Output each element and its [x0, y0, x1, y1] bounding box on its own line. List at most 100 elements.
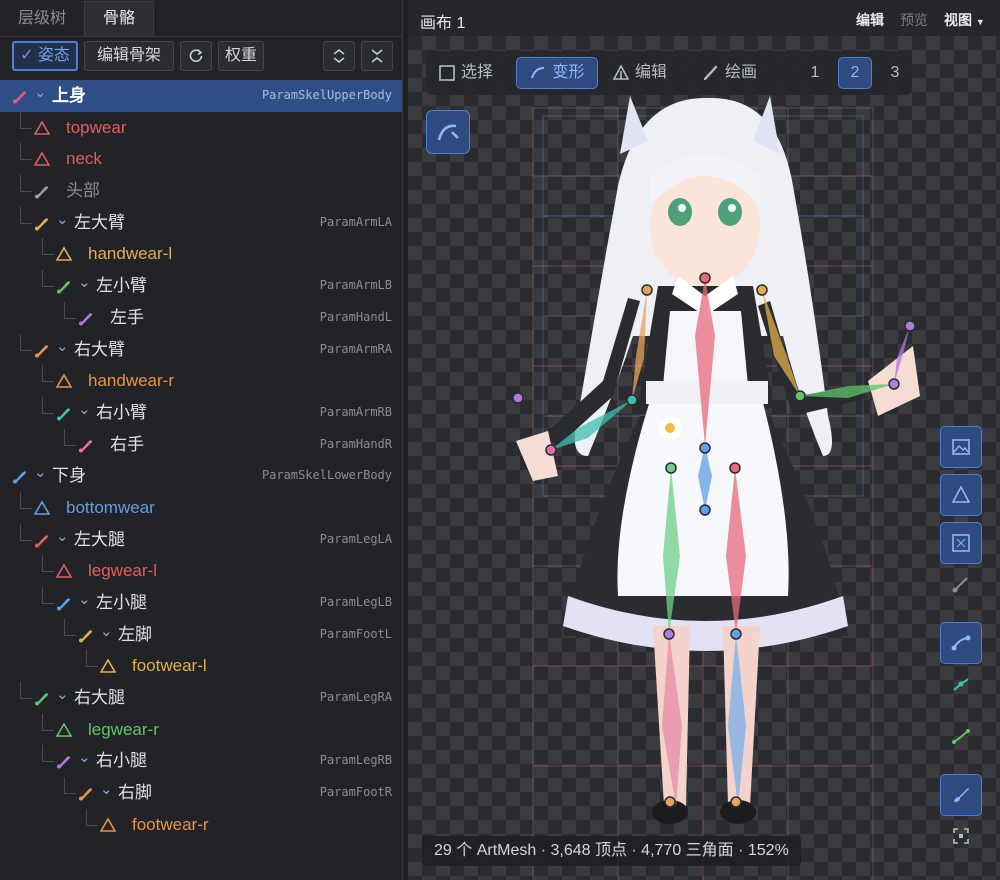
select-frame-icon	[439, 64, 455, 81]
tree-row[interactable]: ⌄ 右小臂 ParamArmRB	[0, 396, 402, 429]
tree-row-label: 右大臂	[74, 339, 125, 359]
menu-view[interactable]: 视图 ▼	[944, 10, 985, 30]
tree-row[interactable]: topwear	[0, 111, 402, 144]
tree-row[interactable]: ⌄ 左小腿 ParamLegLB	[0, 587, 402, 619]
chevron-down-icon[interactable]: ⌄	[56, 210, 69, 228]
tree-row-param: ParamLegRA	[319, 690, 392, 705]
tree-connector	[86, 808, 87, 825]
brush-icon	[703, 65, 718, 80]
tree-connector	[20, 349, 32, 351]
tree-row[interactable]: 右手 ParamHandR	[0, 428, 402, 461]
chevron-down-icon[interactable]: ⌄	[100, 780, 113, 798]
expand-all-button[interactable]	[323, 41, 355, 71]
tree-row[interactable]: ⌄ 左大臂 ParamArmLA	[0, 206, 402, 239]
tree-row[interactable]: 左手 ParamHandL	[0, 301, 402, 334]
tree-row[interactable]: handwear-l	[0, 238, 402, 270]
tree-row[interactable]: ⌄ 左大腿 ParamLegLA	[0, 523, 402, 556]
tree-connector	[20, 111, 21, 128]
tree-row[interactable]: ⌄ 左小臂 ParamArmLB	[0, 270, 402, 302]
page-3-button[interactable]: 3	[880, 57, 910, 89]
bone-chain-button[interactable]	[940, 726, 982, 768]
collapse-all-button[interactable]	[361, 41, 393, 71]
chevron-down-icon[interactable]: ⌄	[56, 685, 69, 703]
chevron-down-icon[interactable]: ⌄	[78, 400, 91, 418]
bone-icon	[57, 281, 70, 294]
tree-row[interactable]: legwear-l	[0, 555, 402, 587]
tree-connector	[64, 317, 76, 319]
tree-row[interactable]: bottomwear	[0, 491, 402, 524]
tab-skeleton[interactable]: 骨骼	[84, 1, 155, 36]
tree-connector	[42, 238, 43, 255]
tree-row[interactable]: footwear-l	[0, 650, 402, 682]
canvas-panel: 画布 1 编辑 预览 视图 ▼ 选择 变形 编辑 绘画 1 2 3 29 个 A…	[408, 0, 1000, 880]
tree-row[interactable]: ⌄ 上身 ParamSkelUpperBody	[0, 80, 402, 112]
tree-row-param: ParamFootR	[319, 785, 392, 800]
chevron-down-icon[interactable]: ⌄	[78, 748, 91, 766]
page-1-button[interactable]: 1	[800, 57, 830, 89]
bone-tool-button[interactable]	[426, 110, 470, 154]
mode-deform-button[interactable]: 变形	[516, 57, 598, 89]
tree-row[interactable]: neck	[0, 143, 402, 175]
bone-curve-button[interactable]	[940, 622, 982, 664]
tree-row[interactable]: footwear-r	[0, 808, 402, 841]
chevron-down-icon[interactable]: ⌄	[34, 83, 47, 101]
menu-edit[interactable]: 编辑	[856, 10, 884, 30]
chevron-down-icon[interactable]: ⌄	[56, 527, 69, 545]
brush-tool-button[interactable]	[940, 774, 982, 816]
bone-segment-button[interactable]	[940, 574, 982, 616]
tree-row[interactable]: legwear-r	[0, 713, 402, 746]
warp-deformer-button[interactable]	[940, 522, 982, 564]
mesh-triangle-icon	[56, 373, 72, 388]
tab-hierarchy-tree[interactable]: 层级树	[0, 2, 84, 36]
page-2-button[interactable]: 2	[838, 57, 872, 89]
tree-row[interactable]: ⌄ 左脚 ParamFootL	[0, 618, 402, 651]
bone-link-button[interactable]	[940, 674, 982, 716]
deform-curve-icon	[531, 66, 545, 79]
tree-row-label: 左大腿	[74, 529, 125, 549]
bone-chain-icon	[952, 729, 970, 744]
tree-row-label: 右大腿	[74, 688, 125, 708]
tree-row[interactable]: ⌄ 右大腿 ParamLegRA	[0, 682, 402, 714]
reset-button[interactable]	[180, 41, 212, 71]
tree-row[interactable]: ⌄ 右脚 ParamFootR	[0, 777, 402, 809]
tree-row-label: bottomwear	[66, 497, 155, 517]
tree-row[interactable]: handwear-r	[0, 365, 402, 397]
tree-row[interactable]: 头部	[0, 175, 402, 207]
menu-preview[interactable]: 预览	[900, 10, 928, 30]
tree-connector	[64, 618, 65, 635]
weight-button[interactable]: 权重	[218, 41, 264, 71]
tree-row-param: ParamHandL	[319, 309, 392, 324]
tree-row-label: legwear-l	[88, 561, 157, 581]
mode-select-button[interactable]: 选择	[438, 57, 510, 89]
chevron-down-icon[interactable]: ⌄	[100, 622, 113, 640]
tree-connector	[20, 539, 32, 541]
mode-deform-label: 变形	[552, 64, 585, 81]
tree-row-label: footwear-r	[132, 814, 209, 834]
tree-row[interactable]: ⌄ 右小腿 ParamLegRB	[0, 745, 402, 777]
chevron-down-icon[interactable]: ⌄	[34, 463, 47, 481]
tree-row-param: ParamLegLB	[319, 595, 392, 609]
tree-row-label: legwear-r	[88, 719, 159, 739]
focus-frame-button[interactable]	[940, 826, 982, 868]
chevron-down-icon[interactable]: ⌄	[56, 337, 69, 355]
mode-select-label: 选择	[461, 64, 494, 81]
chevron-down-icon[interactable]: ⌄	[78, 590, 91, 608]
pose-toggle-button[interactable]: ✓ 姿态	[12, 41, 78, 71]
mesh-triangle-icon	[34, 500, 50, 515]
bone-icon	[35, 534, 48, 548]
chevron-down-icon[interactable]: ⌄	[78, 273, 91, 291]
tree-connector	[20, 698, 32, 700]
tree-row[interactable]: ⌄ 下身 ParamSkelLowerBody	[0, 460, 402, 492]
bone-icon	[35, 693, 48, 706]
image-tool-button[interactable]	[940, 426, 982, 468]
mesh-tool-button[interactable]	[940, 474, 982, 516]
tree-row-label: handwear-l	[88, 244, 173, 264]
tree-connector	[20, 682, 21, 699]
tree-connector	[42, 270, 43, 287]
mode-paint-button[interactable]: 绘画	[702, 57, 774, 89]
tree-row[interactable]: ⌄ 右大臂 ParamArmRA	[0, 333, 402, 366]
mode-edit-button[interactable]: 编辑	[612, 57, 684, 89]
edit-skeleton-button[interactable]: 编辑骨架	[84, 41, 174, 71]
tree-row-label: 右脚	[118, 783, 152, 803]
canvas-viewport[interactable]: 选择 变形 编辑 绘画 1 2 3 29 个 ArtMesh · 3,648 顶…	[408, 36, 1000, 880]
